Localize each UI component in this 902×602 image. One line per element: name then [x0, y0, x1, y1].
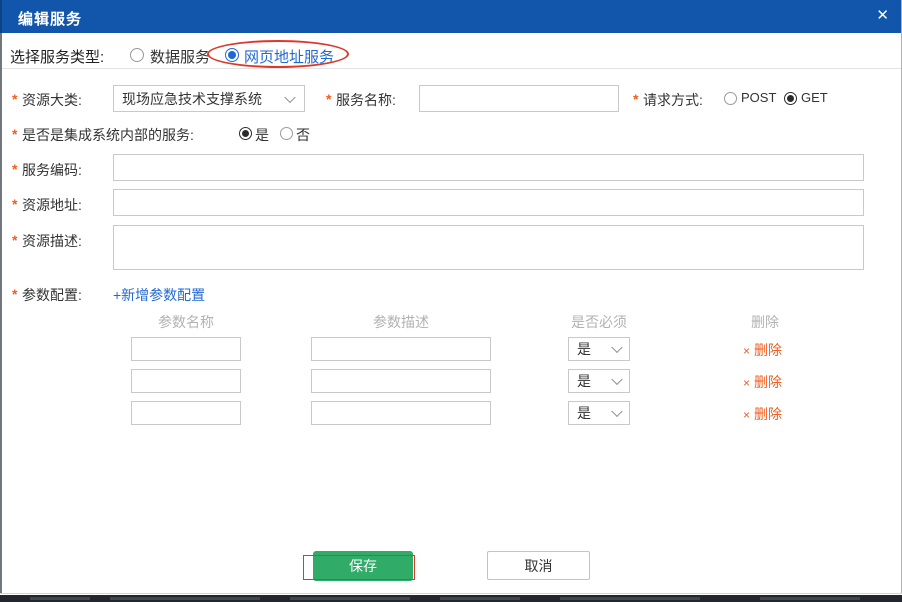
- data-service-radio[interactable]: [130, 48, 144, 62]
- edit-service-dialog: 编辑服务 ✕ 选择服务类型: 数据服务 网页地址服务 * 资源大类: 现场应急技…: [0, 0, 902, 602]
- required-mark: *: [12, 126, 17, 142]
- get-radio-label[interactable]: GET: [801, 90, 828, 105]
- required-mark: *: [12, 161, 17, 177]
- cancel-button[interactable]: 取消: [487, 551, 590, 580]
- param-desc-input[interactable]: [311, 401, 491, 425]
- web-service-radio-label[interactable]: 网页地址服务: [244, 46, 334, 67]
- post-radio[interactable]: [724, 92, 737, 105]
- param-desc-header: 参数描述: [311, 312, 491, 332]
- background-text-blur: [290, 597, 410, 600]
- param-required-select[interactable]: 是: [568, 337, 630, 361]
- param-desc-input[interactable]: [311, 337, 491, 361]
- divider: [0, 68, 902, 69]
- delete-param-link[interactable]: × 删除: [743, 372, 782, 392]
- required-mark: *: [326, 91, 331, 107]
- background-text-blur: [110, 597, 260, 600]
- internal-no-radio[interactable]: [280, 127, 293, 140]
- dialog-titlebar: 编辑服务 ✕: [0, 0, 902, 33]
- param-name-input[interactable]: [131, 337, 241, 361]
- resource-category-label: 资源大类:: [22, 90, 82, 110]
- service-code-label: 服务编码:: [22, 160, 82, 180]
- param-required-select[interactable]: 是: [568, 401, 630, 425]
- param-required-value: 是: [577, 371, 591, 391]
- dialog-bottom-edge: [0, 593, 902, 594]
- internal-no-label[interactable]: 否: [296, 125, 310, 145]
- required-mark: *: [12, 91, 17, 107]
- background-page-strip: [0, 595, 902, 602]
- param-desc-input[interactable]: [311, 369, 491, 393]
- param-required-header: 是否必须: [568, 312, 630, 332]
- required-mark: *: [12, 286, 17, 302]
- delete-param-label: 删除: [754, 342, 782, 358]
- internal-yes-radio[interactable]: [239, 127, 252, 140]
- post-radio-label[interactable]: POST: [741, 90, 776, 105]
- internal-yes-label[interactable]: 是: [255, 125, 269, 145]
- required-mark: *: [633, 91, 638, 107]
- request-method-label: 请求方式:: [643, 90, 703, 110]
- dialog-border: [0, 0, 2, 33]
- web-service-radio[interactable]: [225, 48, 239, 62]
- service-code-input[interactable]: [113, 154, 864, 181]
- param-delete-header: 删除: [735, 312, 795, 332]
- delete-x-icon: ×: [743, 408, 750, 422]
- resource-address-label: 资源地址:: [22, 195, 82, 215]
- param-name-input[interactable]: [131, 369, 241, 393]
- service-name-label: 服务名称:: [336, 90, 396, 110]
- param-config-label: 参数配置:: [22, 285, 82, 305]
- delete-x-icon: ×: [743, 344, 750, 358]
- get-radio[interactable]: [784, 92, 797, 105]
- resource-desc-label: 资源描述:: [22, 231, 82, 251]
- add-param-link[interactable]: +新增参数配置: [113, 285, 205, 305]
- param-name-input[interactable]: [131, 401, 241, 425]
- dialog-title: 编辑服务: [18, 8, 82, 29]
- delete-param-label: 删除: [754, 374, 782, 390]
- dialog-border: [0, 33, 2, 593]
- resource-category-value: 现场应急技术支撑系统: [122, 89, 262, 109]
- resource-category-select[interactable]: 现场应急技术支撑系统: [113, 85, 305, 112]
- service-type-label: 选择服务类型:: [10, 46, 104, 67]
- close-icon[interactable]: ✕: [876, 7, 889, 25]
- internal-service-label: 是否是集成系统内部的服务:: [22, 125, 194, 145]
- delete-param-link[interactable]: × 删除: [743, 404, 782, 424]
- required-mark: *: [12, 196, 17, 212]
- param-required-select[interactable]: 是: [568, 369, 630, 393]
- required-mark: *: [12, 232, 17, 248]
- background-text-blur: [560, 597, 700, 600]
- delete-param-label: 删除: [754, 406, 782, 422]
- resource-address-input[interactable]: [113, 189, 864, 216]
- delete-x-icon: ×: [743, 376, 750, 390]
- background-text-blur: [30, 597, 90, 600]
- delete-param-link[interactable]: × 删除: [743, 340, 782, 360]
- background-text-blur: [760, 597, 860, 600]
- param-name-header: 参数名称: [131, 312, 241, 332]
- save-button[interactable]: 保存: [313, 551, 413, 581]
- chevron-down-icon: [611, 374, 622, 385]
- param-required-value: 是: [577, 403, 591, 423]
- background-text-blur: [440, 597, 520, 600]
- chevron-down-icon: [611, 342, 622, 353]
- service-name-input[interactable]: [419, 85, 619, 112]
- param-required-value: 是: [577, 339, 591, 359]
- data-service-radio-label[interactable]: 数据服务: [150, 46, 210, 67]
- resource-desc-textarea[interactable]: [113, 225, 864, 270]
- chevron-down-icon: [284, 91, 295, 102]
- chevron-down-icon: [611, 406, 622, 417]
